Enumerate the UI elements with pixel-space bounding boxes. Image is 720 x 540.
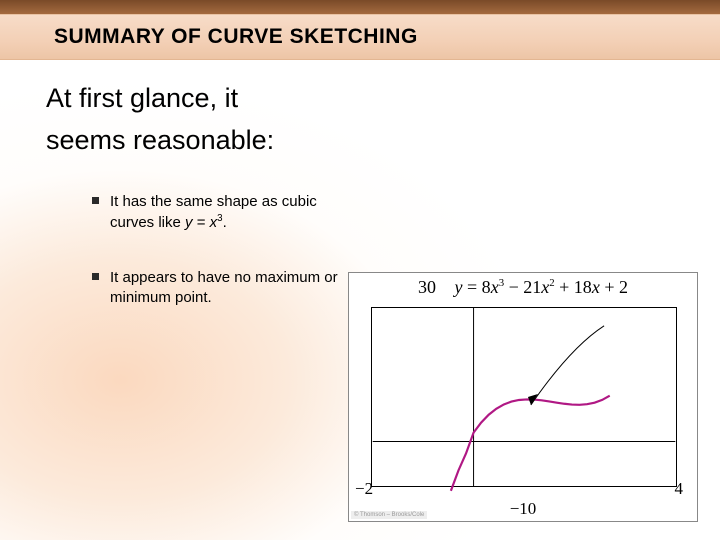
bullet-1-post: . <box>223 214 227 231</box>
ymax-label: 30 <box>418 277 436 297</box>
curve-line <box>451 396 610 491</box>
title-bar: SUMMARY OF CURVE SKETCHING <box>0 14 720 60</box>
bullet-1: It has the same shape as cubic curves li… <box>92 192 352 234</box>
figure-equation: y = 8x3 − 21x2 + 18x + 2 <box>455 277 628 297</box>
bullet-1-var-y: y <box>185 214 193 231</box>
bullet-list: It has the same shape as cubic curves li… <box>92 192 352 342</box>
top-strip <box>0 0 720 14</box>
figure-panel: 30 y = 8x3 − 21x2 + 18x + 2 −2 4 −10 © T… <box>348 272 698 522</box>
lead-text: At first glance, it seems reasonable: <box>46 78 406 162</box>
figure-header: 30 y = 8x3 − 21x2 + 18x + 2 <box>349 277 697 298</box>
annotation-arrow <box>531 326 604 405</box>
plot-area <box>371 307 677 487</box>
page-title: SUMMARY OF CURVE SKETCHING <box>54 25 418 49</box>
xmin-label: −2 <box>355 479 373 499</box>
figure-credit: © Thomson – Brooks/Cole <box>351 511 427 519</box>
plot-svg <box>372 308 676 486</box>
bullet-2: It appears to have no maximum or minimum… <box>92 268 352 309</box>
xmax-label: 4 <box>675 479 684 499</box>
lead-line-2: seems reasonable: <box>46 120 406 162</box>
lead-line-1: At first glance, it <box>46 78 406 120</box>
bullet-1-mid: = <box>193 214 210 231</box>
